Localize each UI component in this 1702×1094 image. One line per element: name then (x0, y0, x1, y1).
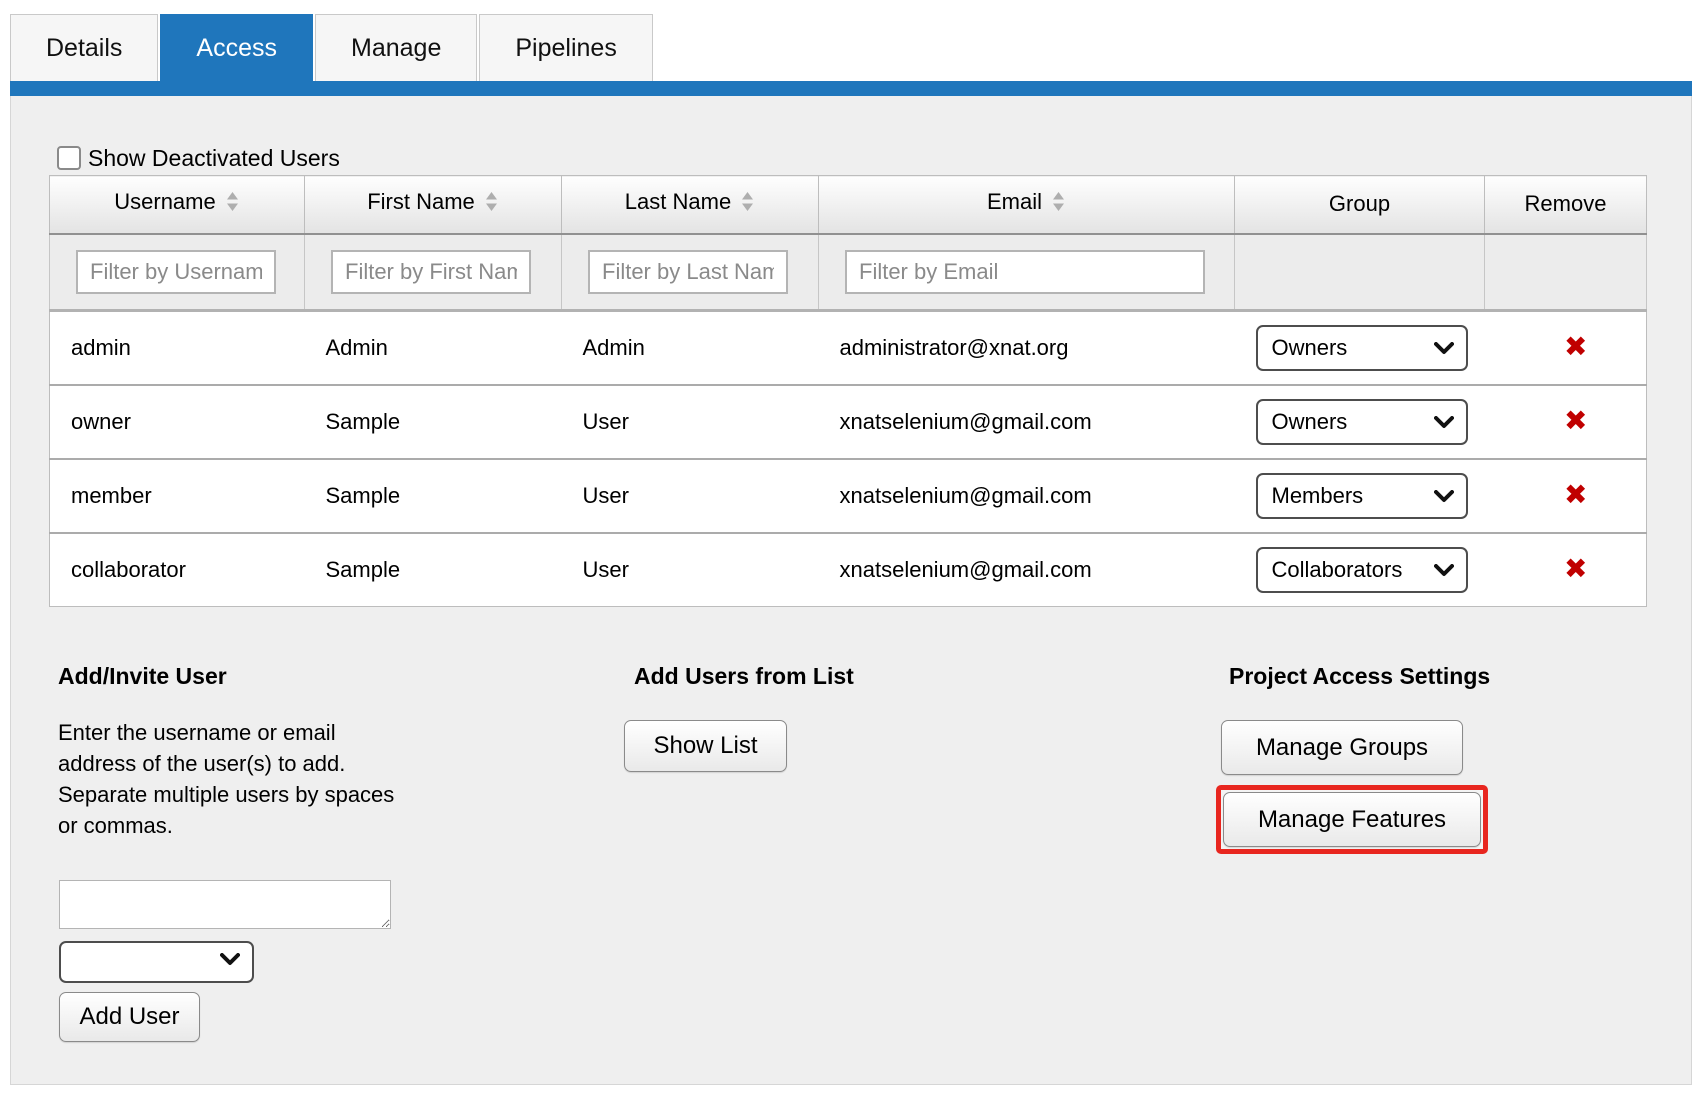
show-deactivated-row: Show Deactivated Users (57, 145, 1691, 171)
invite-group-select[interactable] (59, 941, 254, 983)
username-cell: admin (50, 311, 305, 385)
email-cell: xnatselenium@gmail.com (819, 459, 1235, 533)
first-name-cell: Admin (305, 311, 562, 385)
column-header-label: Email (987, 189, 1042, 214)
manage-groups-button[interactable]: Manage Groups (1221, 720, 1463, 775)
table-row: collaborator Sample User xnatselenium@gm… (50, 533, 1647, 607)
column-header-remove: Remove (1485, 176, 1647, 234)
description-line: or commas. (58, 810, 624, 841)
tab-manage[interactable]: Manage (315, 14, 477, 81)
table-row: admin Admin Admin administrator@xnat.org… (50, 311, 1647, 385)
group-select[interactable]: Owners (1256, 325, 1468, 371)
sort-icon (740, 190, 755, 219)
last-name-cell: User (562, 459, 819, 533)
first-name-cell: Sample (305, 385, 562, 459)
filter-group-cell (1235, 234, 1485, 311)
column-header-email[interactable]: Email (819, 176, 1235, 234)
column-header-group: Group (1235, 176, 1485, 234)
filter-email-input[interactable] (845, 250, 1205, 294)
sort-icon (484, 190, 499, 219)
tab-details[interactable]: Details (10, 14, 158, 81)
add-invite-description: Enter the username or email address of t… (48, 717, 624, 841)
tab-pipelines[interactable]: Pipelines (479, 14, 652, 81)
add-user-button[interactable]: Add User (59, 992, 200, 1042)
email-cell: xnatselenium@gmail.com (819, 533, 1235, 607)
description-line: address of the user(s) to add. (58, 748, 624, 779)
column-header-label: Remove (1525, 191, 1607, 216)
last-name-cell: User (562, 385, 819, 459)
show-deactivated-checkbox[interactable] (57, 146, 81, 170)
username-cell: owner (50, 385, 305, 459)
show-list-button[interactable]: Show List (624, 720, 787, 772)
column-header-label: Username (114, 189, 215, 214)
description-line: Separate multiple users by spaces (58, 779, 624, 810)
section-title: Add/Invite User (48, 663, 624, 690)
email-cell: administrator@xnat.org (819, 311, 1235, 385)
filter-last-name-input[interactable] (588, 250, 788, 294)
description-line: Enter the username or email (58, 717, 624, 748)
column-header-first-name[interactable]: First Name (305, 176, 562, 234)
tab-bar: Details Access Manage Pipelines (0, 0, 1702, 81)
sort-icon (1051, 190, 1066, 219)
first-name-cell: Sample (305, 533, 562, 607)
tab-access[interactable]: Access (160, 14, 313, 81)
remove-user-button[interactable]: ✖ (1564, 333, 1587, 361)
project-access-settings-section: Project Access Settings Manage Groups Ma… (1219, 663, 1691, 1042)
remove-user-button[interactable]: ✖ (1564, 407, 1587, 435)
email-cell: xnatselenium@gmail.com (819, 385, 1235, 459)
username-cell: collaborator (50, 533, 305, 607)
group-select[interactable]: Owners (1256, 399, 1468, 445)
group-select[interactable]: Members (1256, 473, 1468, 519)
access-tab-panel: Show Deactivated Users Username First Na… (10, 96, 1692, 1085)
username-cell: member (50, 459, 305, 533)
table-row: member Sample User xnatselenium@gmail.co… (50, 459, 1647, 533)
add-invite-user-section: Add/Invite User Enter the username or em… (48, 663, 624, 1042)
sort-icon (225, 190, 240, 219)
column-header-label: Group (1329, 191, 1390, 216)
group-select[interactable]: Collaborators (1256, 547, 1468, 593)
table-header-row: Username First Name Last Name Email Grou… (50, 176, 1647, 234)
active-tab-accent-bar (10, 81, 1692, 96)
last-name-cell: User (562, 533, 819, 607)
column-header-label: Last Name (625, 189, 731, 214)
manage-features-button[interactable]: Manage Features (1223, 792, 1481, 847)
remove-user-button[interactable]: ✖ (1564, 481, 1587, 509)
table-row: owner Sample User xnatselenium@gmail.com… (50, 385, 1647, 459)
lower-sections: Add/Invite User Enter the username or em… (48, 663, 1691, 1042)
column-header-label: First Name (367, 189, 475, 214)
add-users-from-list-section: Add Users from List Show List (624, 663, 1219, 1042)
column-header-username[interactable]: Username (50, 176, 305, 234)
remove-user-button[interactable]: ✖ (1564, 555, 1587, 583)
users-table: Username First Name Last Name Email Grou… (49, 175, 1647, 607)
filter-remove-cell (1485, 234, 1647, 311)
invite-users-textarea[interactable] (59, 880, 391, 929)
first-name-cell: Sample (305, 459, 562, 533)
section-title: Project Access Settings (1219, 663, 1490, 690)
filter-first-name-input[interactable] (331, 250, 531, 294)
filter-row (50, 234, 1647, 311)
column-header-last-name[interactable]: Last Name (562, 176, 819, 234)
section-title: Add Users from List (624, 663, 1219, 690)
highlight-annotation-box: Manage Features (1216, 785, 1488, 854)
last-name-cell: Admin (562, 311, 819, 385)
project-access-page: Details Access Manage Pipelines Show Dea… (0, 0, 1702, 1094)
filter-username-input[interactable] (76, 250, 276, 294)
show-deactivated-label: Show Deactivated Users (88, 145, 340, 172)
